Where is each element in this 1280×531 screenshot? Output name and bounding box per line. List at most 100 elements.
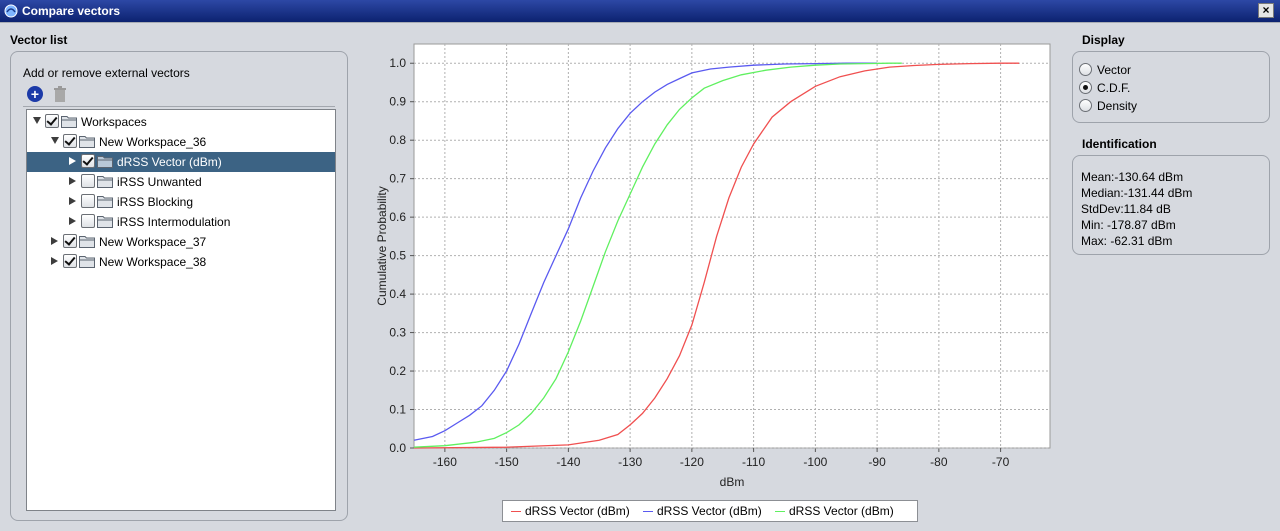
stat-stddev: StdDev:11.84 dB: [1081, 202, 1171, 216]
expand-right-icon[interactable]: [51, 237, 58, 245]
expand-down-icon[interactable]: [33, 117, 41, 124]
tree-item-label: New Workspace_38: [99, 255, 207, 269]
y-tick-label: 0.2: [389, 364, 406, 378]
expand-right-icon[interactable]: [69, 217, 76, 225]
legend-swatch: [511, 511, 521, 512]
vector-tree[interactable]: Workspaces New Workspace_36 dRSS Vector (d…: [26, 109, 336, 511]
tree-item-label: New Workspace_36: [99, 135, 207, 149]
tree-item-label: Workspaces: [81, 115, 147, 129]
x-tick-label: -160: [433, 455, 457, 469]
folder-icon: [97, 156, 113, 168]
expand-right-icon[interactable]: [69, 177, 76, 185]
x-axis-label: dBm: [720, 475, 745, 489]
tree-checkbox[interactable]: [63, 134, 77, 148]
tree-row[interactable]: New Workspace_36: [27, 132, 335, 152]
expand-right-icon[interactable]: [51, 257, 58, 265]
tree-item-label: New Workspace_37: [99, 235, 207, 249]
legend-label: dRSS Vector (dBm): [525, 504, 630, 518]
tree-item-label: dRSS Vector (dBm): [117, 155, 222, 169]
display-option-density[interactable]: Density: [1079, 98, 1249, 116]
x-tick-label: -90: [868, 455, 886, 469]
folder-icon: [79, 136, 95, 148]
x-tick-label: -130: [618, 455, 642, 469]
app-icon: [4, 4, 18, 18]
identification-panel: Mean:-130.64 dBm Median:-131.44 dBm StdD…: [1072, 155, 1270, 255]
display-option-c-d-f[interactable]: C.D.F.: [1079, 80, 1249, 98]
radio-button[interactable]: [1079, 63, 1092, 76]
cdf-chart: -160 -150 -140 -130 -120 -110 -100 -90 -80 -70 0.0…: [375, 43, 1051, 489]
x-tick-label: -140: [556, 455, 580, 469]
legend-label: dRSS Vector (dBm): [657, 504, 762, 518]
window-title: Compare vectors: [22, 4, 121, 18]
folder-icon: [97, 216, 113, 228]
radio-button[interactable]: [1079, 81, 1092, 94]
tree-checkbox[interactable]: [81, 194, 95, 208]
x-tick-label: -120: [680, 455, 704, 469]
x-tick-label: -100: [803, 455, 827, 469]
stat-median: Median:-131.44 dBm: [1081, 186, 1193, 200]
expand-right-icon[interactable]: [69, 197, 76, 205]
y-tick-label: 0.1: [389, 403, 406, 417]
chart-legend: dRSS Vector (dBm) dRSS Vector (dBm) dRSS V…: [502, 500, 918, 522]
add-vector-icon[interactable]: +: [27, 86, 43, 102]
x-tick-label: -80: [930, 455, 948, 469]
tree-checkbox[interactable]: [81, 154, 95, 168]
radio-label: C.D.F.: [1097, 81, 1131, 95]
expand-right-icon[interactable]: [69, 157, 76, 165]
y-tick-label: 0.3: [389, 326, 406, 340]
display-panel: Vector C.D.F. Density: [1072, 51, 1270, 123]
y-axis-label: Cumulative Probability: [375, 186, 389, 305]
display-options: Vector C.D.F. Density: [1079, 62, 1259, 118]
vector-list-title: Vector list: [10, 33, 68, 47]
radio-label: Vector: [1097, 63, 1132, 77]
add-remove-label: Add or remove external vectors: [23, 66, 190, 80]
tree-item-label: iRSS Unwanted: [117, 175, 202, 189]
tree-checkbox[interactable]: [81, 214, 95, 228]
radio-button[interactable]: [1079, 99, 1092, 112]
radio-label: Density: [1097, 99, 1138, 113]
vector-list-panel: Add or remove external vectors + Workspa…: [10, 51, 348, 521]
tree-row[interactable]: Workspaces: [27, 112, 335, 132]
tree-row[interactable]: dRSS Vector (dBm): [27, 152, 335, 172]
legend-label: dRSS Vector (dBm): [789, 504, 894, 518]
expand-down-icon[interactable]: [51, 137, 59, 144]
x-tick-label: -70: [992, 455, 1010, 469]
close-button[interactable]: ×: [1258, 3, 1274, 18]
stat-min: Min: -178.87 dBm: [1081, 218, 1176, 232]
y-tick-label: 0.6: [389, 210, 406, 224]
folder-icon: [97, 196, 113, 208]
y-tick-label: 0.7: [389, 172, 406, 186]
tree-checkbox[interactable]: [81, 174, 95, 188]
tree-checkbox[interactable]: [63, 234, 77, 248]
tree-item-label: iRSS Blocking: [117, 195, 194, 209]
tree-checkbox[interactable]: [63, 254, 77, 268]
folder-icon: [79, 236, 95, 248]
tree-row[interactable]: iRSS Unwanted: [27, 172, 335, 192]
legend-swatch: [643, 511, 653, 512]
remove-vector-icon[interactable]: [53, 86, 67, 102]
identification-title: Identification: [1082, 137, 1157, 151]
stat-max: Max: -62.31 dBm: [1081, 234, 1173, 248]
folder-icon: [61, 116, 77, 128]
title-bar: Compare vectors ×: [0, 0, 1280, 22]
y-tick-label: 0.4: [389, 287, 406, 301]
y-tick-label: 0.9: [389, 95, 406, 109]
legend-swatch: [775, 511, 785, 512]
stat-mean: Mean:-130.64 dBm: [1081, 170, 1184, 184]
folder-icon: [97, 176, 113, 188]
tree-checkbox[interactable]: [45, 114, 59, 128]
x-tick-label: -110: [742, 455, 765, 469]
x-tick-label: -150: [495, 455, 519, 469]
tree-row[interactable]: iRSS Intermodulation: [27, 212, 335, 232]
tree-row[interactable]: New Workspace_37: [27, 232, 335, 252]
tree-row[interactable]: New Workspace_38: [27, 252, 335, 272]
y-tick-label: 0.5: [389, 249, 406, 263]
tree-item-label: iRSS Intermodulation: [117, 215, 231, 229]
folder-icon: [79, 256, 95, 268]
display-option-vector[interactable]: Vector: [1079, 62, 1249, 80]
tree-row[interactable]: iRSS Blocking: [27, 192, 335, 212]
y-tick-label: 0.8: [389, 133, 406, 147]
display-title: Display: [1082, 33, 1125, 47]
y-tick-label: 1.0: [389, 56, 406, 70]
y-tick-label: 0.0: [389, 441, 406, 455]
